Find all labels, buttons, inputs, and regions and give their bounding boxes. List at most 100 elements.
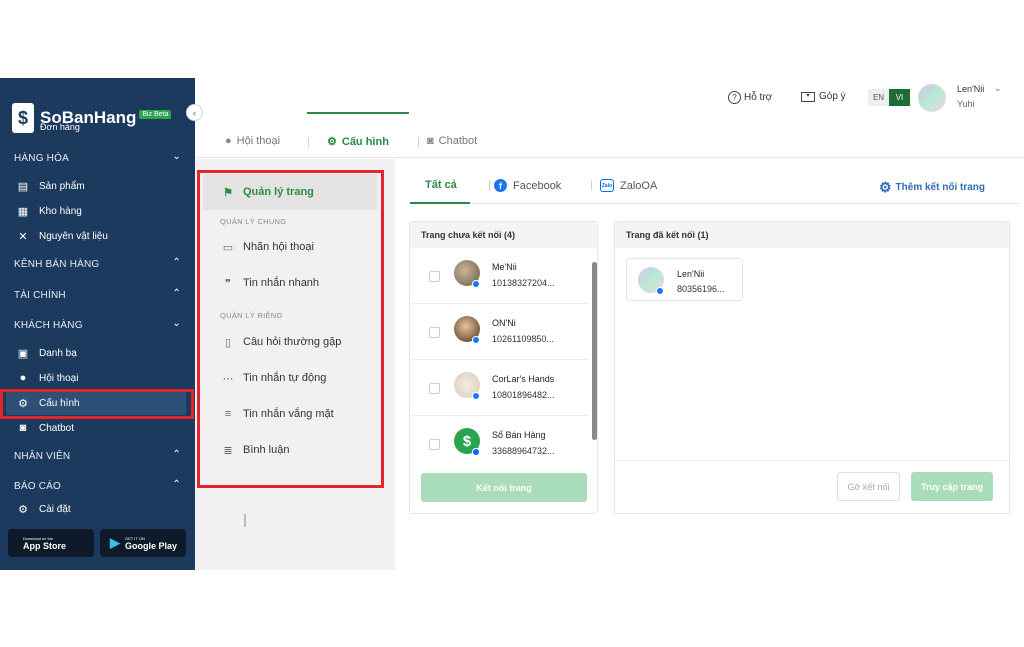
sidebar-item-label: Nguyên vật liệu — [39, 230, 108, 242]
tab-zalooa[interactable]: Zalo ZaloOA — [600, 179, 657, 192]
section-label: TÀI CHÍNH — [14, 289, 66, 301]
section-label: NHÂN VIÊN — [14, 450, 71, 462]
facebook-badge-icon — [472, 336, 480, 344]
sidebar-section-finance[interactable]: TÀI CHÍNH ⌃ — [0, 283, 195, 307]
sidebar-section-channels[interactable]: KÊNH BÁN HÀNG ⌃ — [0, 252, 195, 276]
visit-page-button[interactable]: Truy cập trang — [911, 472, 993, 501]
add-connection-button[interactable]: ⚙ Thêm kết nối trang — [879, 179, 985, 196]
tab-divider: | — [417, 136, 420, 148]
unconnected-pages-panel: Trang chưa kết nối (4) Me'Nii 1013832720… — [409, 221, 598, 514]
page-name: Sổ Bán Hàng — [492, 430, 546, 440]
list-item[interactable]: CorLar's Hands 10801896482... — [410, 360, 588, 416]
language-switch: EN VI — [868, 89, 910, 106]
user-name[interactable]: Len'Nii — [957, 84, 984, 94]
section-label: KÊNH BÁN HÀNG — [14, 258, 100, 270]
play-icon: ▶ — [110, 535, 120, 550]
page-id: 10261109850... — [492, 334, 554, 344]
help-label: Hỗ trợ — [744, 92, 773, 103]
sidebar-item-orders[interactable]: Đơn hàng — [0, 120, 195, 134]
sidebar-item-products[interactable]: ▤ Sản phẩm — [0, 174, 195, 198]
chevron-up-icon: ⌃ — [172, 449, 181, 460]
unconnected-title: Trang chưa kết nối (4) — [410, 222, 597, 248]
tab-conversations[interactable]: ● Hội thoại — [225, 135, 280, 147]
sidebar-section-reports[interactable]: BÁO CÁO ⌃ — [0, 474, 195, 498]
disconnect-button[interactable]: Gỡ kết nối — [837, 472, 900, 501]
list-item[interactable]: $ Sổ Bán Hàng 33688964732... — [410, 416, 588, 472]
sidebar-section-customers[interactable]: KHÁCH HÀNG ⌄ — [0, 313, 195, 337]
feedback-label: Góp ý — [819, 91, 846, 102]
box-icon: ▤ — [17, 180, 29, 193]
page-checkbox[interactable] — [429, 439, 440, 450]
sidebar-section-goods[interactable]: HÀNG HÓA ⌄ — [0, 146, 195, 170]
gear-icon: ⚙ — [18, 503, 28, 516]
footer-divider — [615, 460, 1009, 461]
page-name: CorLar's Hands — [492, 374, 555, 384]
page-id: 10801896482... — [492, 390, 555, 400]
tab-config[interactable]: ⚙ Cấu hình — [327, 135, 389, 149]
page-checkbox[interactable] — [429, 383, 440, 394]
robot-icon: ◙ — [19, 422, 27, 434]
avatar[interactable] — [918, 84, 946, 112]
sidebar-item-label: Sản phẩm — [39, 180, 85, 192]
sidebar: $ SoBanHang Biz Beta Đơn hàng HÀNG HÓA ⌄ … — [0, 78, 195, 570]
section-label: BÁO CÁO — [14, 480, 61, 492]
page-checkbox[interactable] — [429, 327, 440, 338]
sidebar-item-warehouse[interactable]: ▦ Kho hàng — [0, 199, 195, 223]
mail-icon: ▾ — [801, 91, 815, 102]
page-id: 10138327204... — [492, 278, 555, 288]
warehouse-icon: ▦ — [17, 205, 29, 218]
lang-en[interactable]: EN — [868, 89, 889, 106]
facebook-badge-icon — [472, 392, 480, 400]
highlight-box-sidebar — [0, 389, 194, 419]
list-item[interactable]: Me'Nii 10138327204... — [410, 248, 588, 304]
list-item[interactable]: ON'Ni 10261109850... — [410, 304, 588, 360]
tab-facebook[interactable]: f Facebook — [494, 179, 561, 192]
chevron-down-icon: ⌄ — [172, 151, 181, 162]
chevron-down-icon[interactable]: ⌄ — [994, 83, 1002, 94]
page-checkbox[interactable] — [429, 271, 440, 282]
tab-label: Cấu hình — [341, 135, 389, 148]
sidebar-item-label: Hội thoại — [39, 372, 79, 384]
page-id: 33688964732... — [492, 446, 555, 456]
sidebar-item-label: Kho hàng — [39, 205, 82, 217]
sidebar-item-label: Đơn hàng — [40, 122, 80, 132]
tab-divider: | — [488, 179, 491, 191]
sidebar-item-settings[interactable]: ⚙ Cài đặt — [0, 497, 195, 521]
sidebar-item-contacts[interactable]: ▣ Danh bạ — [0, 341, 195, 365]
connect-page-button[interactable]: Kết nối trang — [421, 473, 587, 502]
section-label: KHÁCH HÀNG — [14, 319, 83, 331]
sidebar-item-materials[interactable]: ✕ Nguyên vật liệu — [0, 224, 195, 248]
feedback-link[interactable]: ▾ Góp ý — [801, 91, 846, 102]
chat-bubble-icon: ● — [225, 135, 232, 147]
connected-page-card[interactable]: Len'Nii 80356196... — [626, 258, 743, 301]
help-icon: ? — [728, 91, 741, 104]
collapse-sidebar-button[interactable]: ‹ — [186, 104, 203, 121]
sidebar-item-label: Cài đặt — [39, 503, 71, 515]
page-id: 80356196... — [677, 284, 725, 294]
scrollbar-thumb[interactable] — [592, 262, 597, 440]
lang-vi[interactable]: VI — [889, 89, 910, 106]
sidebar-item-chatbot[interactable]: ◙ Chatbot — [0, 416, 195, 440]
sidebar-section-staff[interactable]: NHÂN VIÊN ⌃ — [0, 444, 195, 468]
chevron-up-icon: ⌃ — [172, 288, 181, 299]
tab-all[interactable]: Tất cả — [425, 179, 457, 191]
brand-badge: Biz Beta — [139, 109, 172, 119]
facebook-icon: f — [494, 179, 507, 192]
sidebar-item-conversations[interactable]: ● Hội thoại — [0, 366, 195, 390]
section-label: HÀNG HÓA — [14, 152, 69, 164]
googleplay-button[interactable]: ▶ GET IT ON Google Play — [100, 529, 186, 557]
facebook-badge-icon — [472, 280, 480, 288]
appstore-button[interactable]: Download on the App Store — [8, 529, 94, 557]
appstore-label: App Store — [23, 540, 67, 551]
app-window: $ SoBanHang Biz Beta Đơn hàng HÀNG HÓA ⌄ … — [0, 78, 1024, 570]
tab-divider: | — [590, 179, 593, 191]
tab-chatbot[interactable]: ◙ Chatbot — [427, 135, 477, 147]
channel-tabs: Tất cả | f Facebook | Zalo ZaloOA ⚙ Thêm kế… — [410, 159, 1020, 204]
chevron-up-icon: ⌃ — [172, 479, 181, 490]
connected-title: Trang đã kết nối (1) — [615, 222, 1009, 248]
tab-label: Facebook — [513, 179, 562, 192]
gear-icon: ⚙ — [327, 136, 337, 148]
list-scrollbar[interactable] — [592, 262, 597, 440]
help-link[interactable]: ? Hỗ trợ — [728, 91, 772, 104]
sidebar-item-label: Danh bạ — [39, 347, 77, 359]
